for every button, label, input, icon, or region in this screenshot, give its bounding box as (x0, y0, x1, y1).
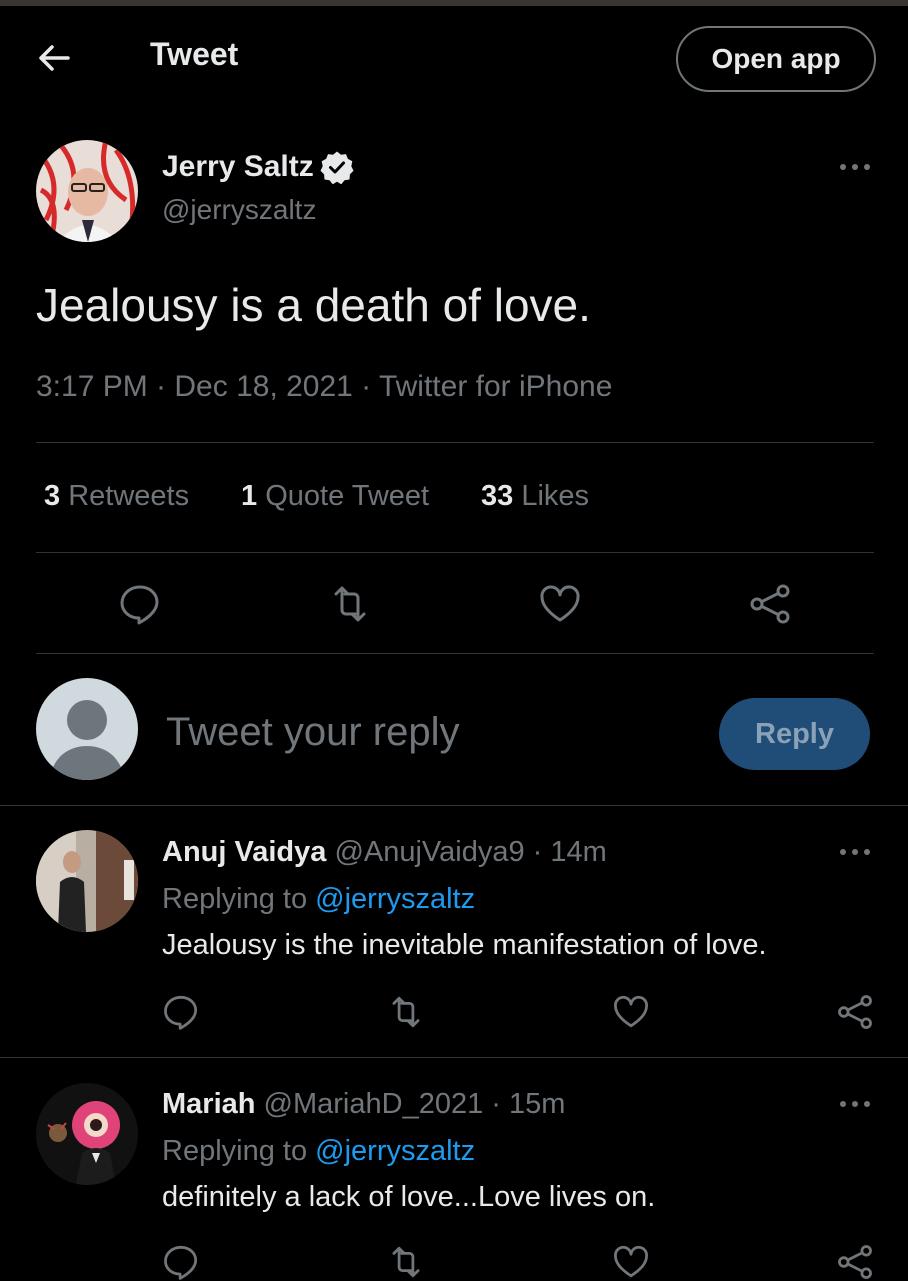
tweet-text: Jealousy is a death of love. (36, 279, 591, 331)
reply-author-handle[interactable]: @AnujVaidya9 (334, 836, 524, 868)
retweets-label: Retweets (68, 480, 190, 512)
divider (36, 653, 874, 654)
replying-to-link[interactable]: @jerryszaltz (315, 1135, 475, 1167)
reply-header: Anuj Vaidya @AnujVaidya9 · 14m (162, 836, 607, 869)
quotes-count: 1 (241, 480, 258, 512)
tweet-meta: 3:17 PM · Dec 18, 2021 · Twitter for iPh… (36, 370, 613, 403)
reply-input[interactable]: Tweet your reply (166, 710, 459, 755)
likes-label: Likes (521, 480, 590, 512)
retweets-stat[interactable]: 3 Retweets (44, 480, 189, 513)
replying-to: Replying to @jerryszaltz (162, 1135, 475, 1168)
more-options-icon[interactable] (838, 847, 872, 857)
quotes-stat[interactable]: 1 Quote Tweet (241, 480, 429, 513)
share-icon[interactable] (836, 993, 874, 1031)
reply-header: Mariah @MariahD_2021 · 15m (162, 1088, 565, 1121)
likes-stat[interactable]: 33 Likes (481, 480, 589, 513)
reply-text: Jealousy is the inevitable manifestation… (162, 929, 767, 961)
divider (36, 442, 874, 443)
like-icon[interactable] (612, 1243, 650, 1281)
reply-icon[interactable] (162, 1243, 200, 1281)
reply-time: · 14m (532, 836, 607, 868)
replying-to-prefix: Replying to (162, 883, 308, 915)
author-name[interactable]: Jerry Saltz (162, 150, 314, 184)
reply-author-name[interactable]: Mariah (162, 1088, 255, 1120)
quotes-label: Quote Tweet (265, 480, 430, 512)
author-avatar[interactable] (36, 140, 138, 242)
reply-icon[interactable] (118, 582, 162, 626)
retweet-icon[interactable] (387, 1243, 425, 1281)
reply-author-name[interactable]: Anuj Vaidya (162, 836, 326, 868)
user-avatar (36, 678, 138, 780)
open-app-button[interactable]: Open app (676, 26, 876, 92)
retweet-icon[interactable] (328, 582, 372, 626)
arrow-left-icon[interactable] (36, 40, 72, 76)
verified-badge-icon (320, 150, 354, 184)
reply-text: definitely a lack of love...Love lives o… (162, 1181, 656, 1213)
reply-button[interactable]: Reply (719, 698, 870, 770)
reply-author-handle[interactable]: @MariahD_2021 (264, 1088, 484, 1120)
reply-icon[interactable] (162, 993, 200, 1031)
reply-time: · 15m (491, 1088, 566, 1120)
divider (0, 805, 908, 806)
share-icon[interactable] (748, 582, 792, 626)
retweets-count: 3 (44, 480, 61, 512)
divider (36, 552, 874, 553)
share-icon[interactable] (836, 1243, 874, 1281)
like-icon[interactable] (612, 993, 650, 1031)
retweet-icon[interactable] (387, 993, 425, 1031)
like-icon[interactable] (538, 582, 582, 626)
more-options-icon[interactable] (838, 1099, 872, 1109)
page-title: Tweet (150, 36, 239, 72)
replying-to-prefix: Replying to (162, 1135, 308, 1167)
author-handle[interactable]: @jerryszaltz (162, 194, 316, 226)
replying-to-link[interactable]: @jerryszaltz (315, 883, 475, 915)
reply-avatar[interactable] (36, 1083, 138, 1185)
more-options-icon[interactable] (838, 162, 872, 172)
likes-count: 33 (481, 480, 514, 512)
replying-to: Replying to @jerryszaltz (162, 883, 475, 916)
divider (0, 1057, 908, 1058)
top-edge (0, 0, 908, 6)
reply-avatar[interactable] (36, 830, 138, 932)
